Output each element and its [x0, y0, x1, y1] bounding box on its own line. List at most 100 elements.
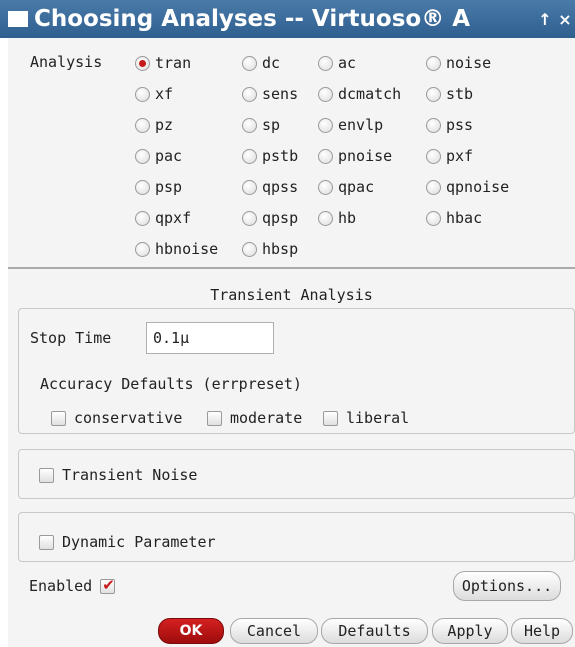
radio-button[interactable]: [426, 148, 441, 164]
radio-qpss[interactable]: qpss: [242, 178, 298, 196]
radio-button[interactable]: [135, 86, 150, 102]
radio-label: pnoise: [338, 147, 393, 165]
radio-sens[interactable]: sens: [242, 85, 298, 103]
help-button[interactable]: Help: [511, 618, 573, 644]
radio-qpac[interactable]: qpac: [318, 178, 374, 196]
enabled-checkbox[interactable]: Enabled: [29, 576, 123, 595]
dialog-body: Analysis tran dc ac noise xf sens dcmatc…: [8, 38, 575, 647]
radio-button[interactable]: [426, 210, 441, 226]
radio-label: pss: [446, 116, 474, 134]
radio-label: hbsp: [262, 240, 299, 258]
radio-hbnoise[interactable]: hbnoise: [135, 240, 218, 258]
radio-button[interactable]: [135, 148, 150, 164]
radio-button[interactable]: [242, 117, 257, 133]
radio-label: tran: [155, 54, 192, 72]
radio-dcmatch[interactable]: dcmatch: [318, 85, 401, 103]
transient-noise-checkbox[interactable]: Transient Noise: [39, 466, 197, 484]
radio-button[interactable]: [242, 241, 257, 257]
radio-label: noise: [446, 54, 492, 72]
radio-button[interactable]: [242, 148, 257, 164]
radio-button[interactable]: [242, 55, 257, 71]
radio-tran[interactable]: tran: [135, 54, 191, 72]
radio-label: sens: [262, 85, 299, 103]
radio-button[interactable]: [426, 117, 441, 133]
radio-noise[interactable]: noise: [426, 54, 491, 72]
radio-button[interactable]: [242, 86, 257, 102]
radio-button[interactable]: [318, 117, 333, 133]
checkbox-label: moderate: [230, 409, 303, 427]
radio-button[interactable]: [318, 55, 333, 71]
transient-section-title: Transient Analysis: [210, 286, 373, 304]
radio-xf[interactable]: xf: [135, 85, 173, 103]
radio-button[interactable]: [318, 210, 333, 226]
radio-button[interactable]: [318, 148, 333, 164]
close-icon[interactable]: ×: [555, 10, 575, 29]
radio-label: pz: [155, 116, 174, 134]
radio-label: sp: [262, 116, 281, 134]
radio-label: qpnoise: [446, 178, 510, 196]
window-menu-icon[interactable]: [8, 11, 28, 27]
radio-pac[interactable]: pac: [135, 147, 182, 165]
radio-pxf[interactable]: pxf: [426, 147, 473, 165]
radio-button[interactable]: [318, 179, 333, 195]
radio-psp[interactable]: psp: [135, 178, 182, 196]
checkbox[interactable]: [39, 467, 54, 483]
radio-hb[interactable]: hb: [318, 209, 356, 227]
dynamic-parameter-checkbox[interactable]: Dynamic Parameter: [39, 533, 216, 551]
transient-options-group: Stop Time Accuracy Defaults (errpreset) …: [18, 308, 575, 434]
radio-button[interactable]: [135, 210, 150, 226]
dynamic-parameter-group: Dynamic Parameter: [18, 512, 575, 562]
radio-hbac[interactable]: hbac: [426, 209, 482, 227]
radio-qpnoise[interactable]: qpnoise: [426, 178, 509, 196]
checkbox-label: conservative: [74, 409, 183, 427]
radio-envlp[interactable]: envlp: [318, 116, 383, 134]
raise-icon[interactable]: ↑: [535, 10, 555, 29]
radio-button[interactable]: [426, 55, 441, 71]
radio-button[interactable]: [135, 117, 150, 133]
ok-button[interactable]: OK: [158, 618, 224, 644]
accuracy-moderate[interactable]: moderate: [207, 409, 302, 427]
radio-qpsp[interactable]: qpsp: [242, 209, 298, 227]
radio-dc[interactable]: dc: [242, 54, 280, 72]
radio-label: xf: [155, 85, 174, 103]
radio-button[interactable]: [318, 86, 333, 102]
radio-label: qpac: [338, 178, 375, 196]
radio-button[interactable]: [426, 179, 441, 195]
radio-sp[interactable]: sp: [242, 116, 280, 134]
radio-label: psp: [155, 178, 183, 196]
radio-pss[interactable]: pss: [426, 116, 473, 134]
radio-pz[interactable]: pz: [135, 116, 173, 134]
checkbox[interactable]: [323, 410, 338, 426]
checkbox-label: Dynamic Parameter: [62, 533, 216, 551]
checkbox[interactable]: [100, 576, 116, 594]
radio-button[interactable]: [135, 55, 150, 71]
enabled-label: Enabled: [29, 577, 93, 595]
radio-label: dcmatch: [338, 85, 402, 103]
radio-button[interactable]: [242, 210, 257, 226]
apply-button[interactable]: Apply: [432, 618, 508, 644]
radio-ac[interactable]: ac: [318, 54, 356, 72]
transient-noise-group: Transient Noise: [18, 449, 575, 499]
section-divider: [8, 267, 575, 269]
title-bar: Choosing Analyses -- Virtuoso® A ↑ ×: [0, 0, 575, 38]
radio-button[interactable]: [135, 241, 150, 257]
radio-button[interactable]: [135, 179, 150, 195]
radio-hbsp[interactable]: hbsp: [242, 240, 298, 258]
accuracy-conservative[interactable]: conservative: [51, 409, 182, 427]
stop-time-input[interactable]: [146, 322, 274, 354]
cancel-button[interactable]: Cancel: [230, 618, 318, 644]
radio-button[interactable]: [426, 86, 441, 102]
options-button[interactable]: Options...: [453, 571, 561, 601]
radio-stb[interactable]: stb: [426, 85, 473, 103]
radio-label: qpss: [262, 178, 299, 196]
defaults-button[interactable]: Defaults: [321, 618, 428, 644]
checkbox[interactable]: [207, 410, 222, 426]
radio-button[interactable]: [242, 179, 257, 195]
radio-label: hb: [338, 209, 357, 227]
checkbox[interactable]: [51, 410, 66, 426]
radio-qpxf[interactable]: qpxf: [135, 209, 191, 227]
radio-pstb[interactable]: pstb: [242, 147, 298, 165]
radio-pnoise[interactable]: pnoise: [318, 147, 392, 165]
checkbox[interactable]: [39, 534, 54, 550]
accuracy-liberal[interactable]: liberal: [323, 409, 409, 427]
